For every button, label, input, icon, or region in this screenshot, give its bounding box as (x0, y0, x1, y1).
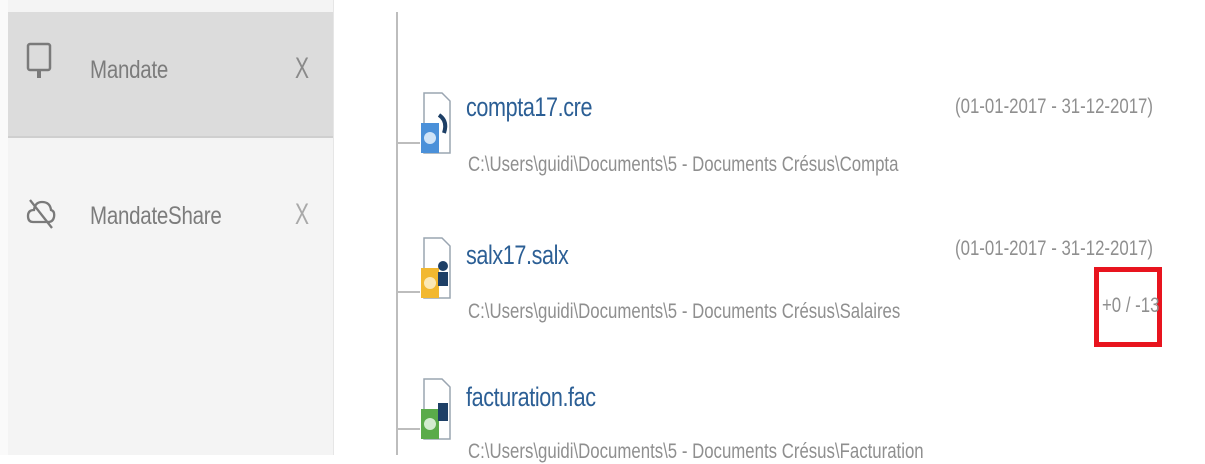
tree-vertical-line (396, 12, 398, 455)
cresus-salaires-icon (421, 237, 451, 299)
monitor-icon (26, 42, 52, 78)
file-name-link[interactable]: facturation.fac (466, 382, 596, 413)
file-period: (01-01-2017 - 31-12-2017) (955, 95, 1153, 118)
sidebar-item-label: Mandate (90, 56, 169, 84)
tree-branch (396, 291, 420, 293)
file-period: (01-01-2017 - 31-12-2017) (955, 237, 1153, 260)
sidebar-item-label: MandateShare (90, 202, 222, 230)
file-path: C:\Users\guidi\Documents\5 - Documents C… (468, 440, 924, 463)
file-path: C:\Users\guidi\Documents\5 - Documents C… (468, 153, 899, 176)
sidebar-item-mandate[interactable]: Mandate X (8, 12, 333, 138)
tree-branch (396, 428, 420, 430)
sidebar-item-mandateshare[interactable]: MandateShare X (8, 148, 333, 286)
file-path: C:\Users\guidi\Documents\5 - Documents C… (468, 300, 901, 323)
close-icon[interactable]: X (295, 198, 309, 232)
close-icon[interactable]: X (295, 52, 309, 86)
tree-branch (396, 142, 420, 144)
cresus-facturation-icon (421, 378, 451, 440)
cloud-off-icon (26, 199, 56, 229)
cresus-compta-icon (421, 92, 451, 154)
diff-count: +0 / -13 (1102, 294, 1160, 317)
file-name-link[interactable]: compta17.cre (466, 92, 592, 123)
mandate-sidebar: Mandate X MandateShare X (0, 0, 334, 455)
file-name-link[interactable]: salx17.salx (466, 240, 569, 271)
